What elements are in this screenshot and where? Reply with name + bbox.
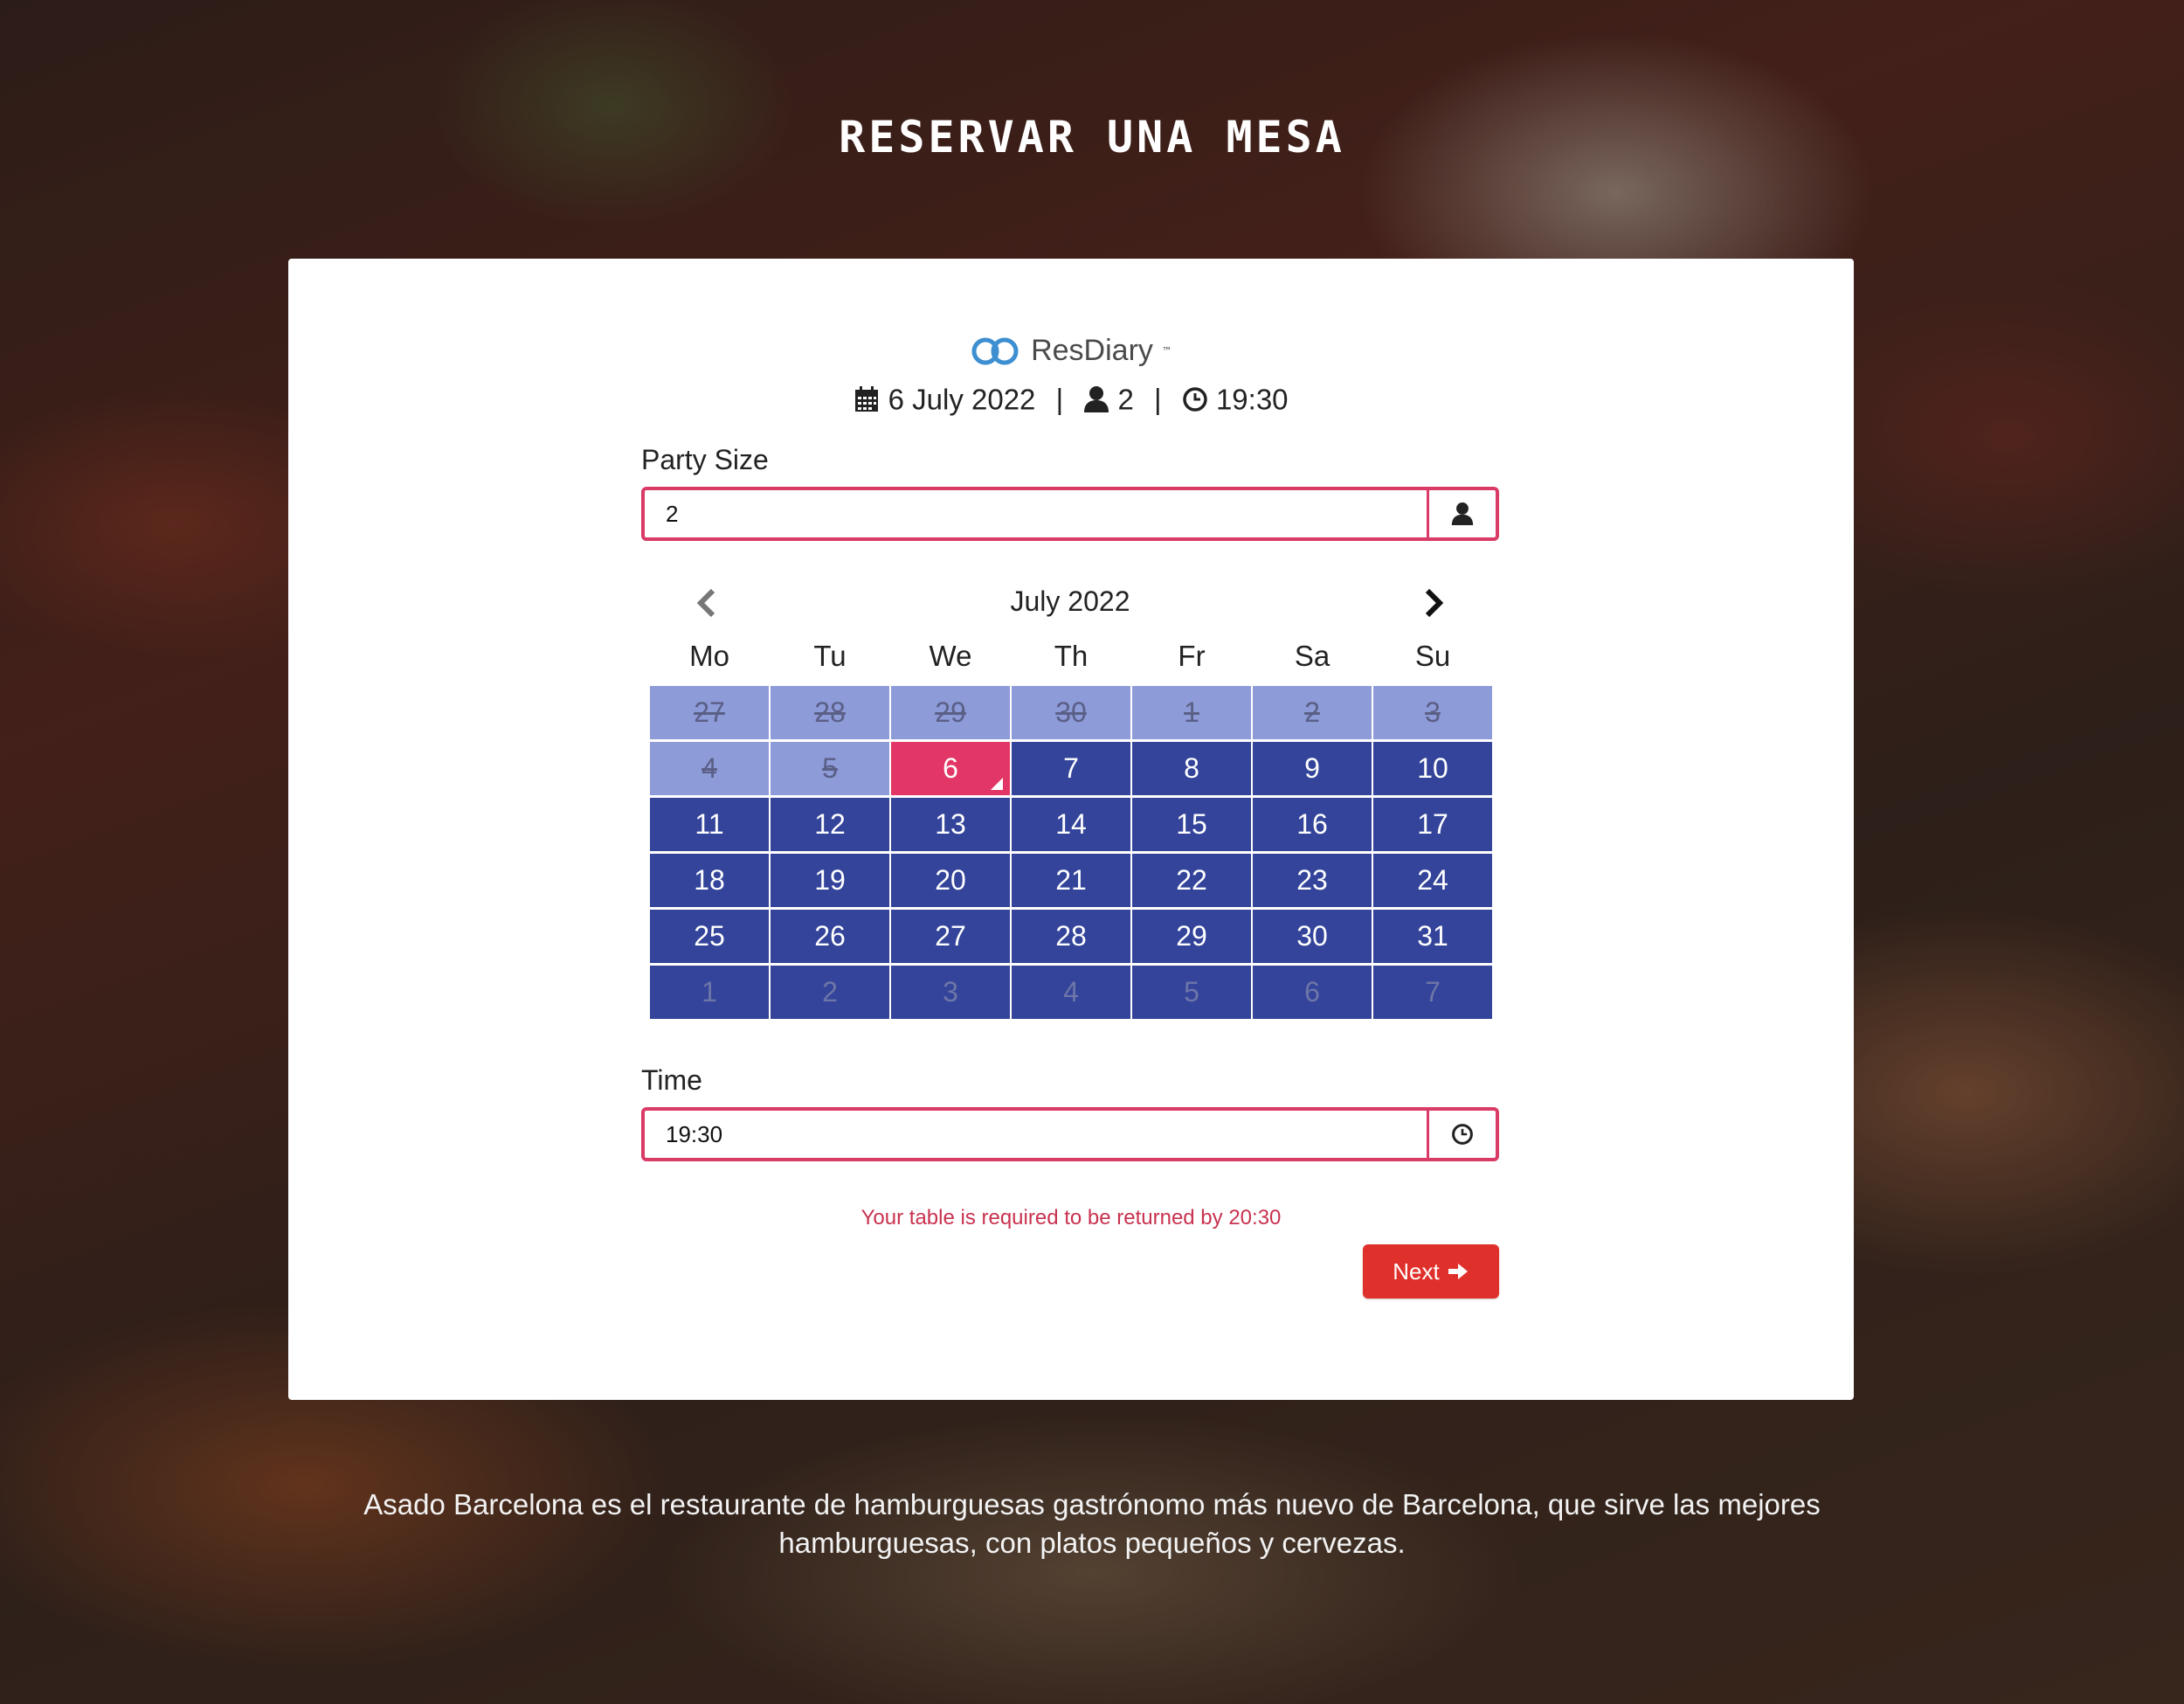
calendar-day[interactable]: 3: [891, 966, 1010, 1019]
calendar-day[interactable]: 5: [1132, 966, 1251, 1019]
calendar-day[interactable]: 9: [1253, 742, 1372, 795]
calendar-day[interactable]: 16: [1253, 798, 1372, 851]
calendar-day[interactable]: 28: [1012, 910, 1130, 963]
calendar-day: 27: [650, 686, 769, 739]
weekday-fr: Fr: [1178, 640, 1206, 672]
next-button-label: Next: [1393, 1257, 1440, 1285]
calendar-day[interactable]: 20: [891, 854, 1010, 907]
calendar-day[interactable]: 7: [1373, 966, 1492, 1019]
calendar-day[interactable]: 26: [771, 910, 889, 963]
page-title: RESERVAR UNA MESA: [839, 112, 1345, 163]
summary-date: 6 July 2022: [888, 383, 1036, 416]
calendar-day: 1: [1132, 686, 1251, 739]
calendar-day[interactable]: 8: [1132, 742, 1251, 795]
party-size-label: Party Size: [641, 444, 769, 475]
party-size-addon[interactable]: [1427, 490, 1496, 537]
calendar-day[interactable]: 15: [1132, 798, 1251, 851]
calendar-day: 29: [891, 686, 1010, 739]
calendar-day[interactable]: 22: [1132, 854, 1251, 907]
calendar-day[interactable]: 1: [650, 966, 769, 1019]
time-input[interactable]: [645, 1111, 1427, 1158]
calendar-day[interactable]: 21: [1012, 854, 1130, 907]
calendar-day[interactable]: 4: [1012, 966, 1130, 1019]
calendar-day[interactable]: 31: [1373, 910, 1492, 963]
weekday-mo: Mo: [689, 640, 729, 672]
calendar-header: July 2022: [641, 582, 1499, 626]
weekday-tu: Tu: [813, 640, 847, 672]
calendar-day[interactable]: 10: [1373, 742, 1492, 795]
reservation-widget: ResDiary ™ 6 July 2022 | 2 | 19:30 Party …: [288, 259, 1854, 1400]
calendar-grid: 27 28 29 30 1 2 3 4 5 6 7 8 9 10 11 12 13 14 15 16 17 18 19 20 2…: [650, 686, 1492, 1019]
return-notice: Your table is required to be returned by…: [860, 1206, 1282, 1230]
weekday-th: Th: [1054, 640, 1089, 672]
restaurant-description: Asado Barcelona es el restaurante de ham…: [363, 1488, 1821, 1559]
calendar-day[interactable]: 18: [650, 854, 769, 907]
calendar-day[interactable]: 25: [650, 910, 769, 963]
arrow-right-icon: [1448, 1264, 1468, 1279]
calendar-day-selected[interactable]: 6: [891, 742, 1010, 795]
weekday-header: Mo Tu We Th Fr Sa Su: [650, 640, 1490, 683]
calendar-day[interactable]: 27: [891, 910, 1010, 963]
calendar-day[interactable]: 2: [771, 966, 889, 1019]
brand-name: ResDiary: [1031, 334, 1153, 367]
booking-summary: 6 July 2022 | 2 | 19:30: [288, 381, 1854, 416]
next-button[interactable]: Next: [1363, 1244, 1499, 1299]
calendar-day[interactable]: 7: [1012, 742, 1130, 795]
weekday-we: We: [929, 640, 972, 672]
calendar-day: 2: [1253, 686, 1372, 739]
weekday-sa: Sa: [1294, 640, 1330, 672]
brand-trademark: ™: [1161, 344, 1172, 357]
next-month-button[interactable]: [1415, 584, 1450, 622]
calendar-day[interactable]: 29: [1132, 910, 1251, 963]
calendar-day[interactable]: 24: [1373, 854, 1492, 907]
summary-separator-2: |: [1154, 383, 1162, 416]
calendar-day: 4: [650, 742, 769, 795]
resdiary-logo-icon: [971, 337, 1019, 364]
time-addon[interactable]: [1427, 1111, 1496, 1158]
clock-icon: [1183, 387, 1207, 412]
calendar-day[interactable]: 14: [1012, 798, 1130, 851]
party-size-input[interactable]: [645, 490, 1427, 537]
calendar-day: 5: [771, 742, 889, 795]
user-icon: [1451, 502, 1474, 525]
calendar-day[interactable]: 23: [1253, 854, 1372, 907]
calendar-day[interactable]: 17: [1373, 798, 1492, 851]
summary-time: 19:30: [1215, 383, 1289, 416]
calendar-day[interactable]: 30: [1253, 910, 1372, 963]
clock-icon: [1452, 1124, 1473, 1145]
calendar-icon: [855, 386, 879, 412]
calendar-day[interactable]: 13: [891, 798, 1010, 851]
calendar-day: 28: [771, 686, 889, 739]
resdiary-logo: ResDiary ™: [288, 334, 1854, 372]
party-size-field: [641, 487, 1499, 541]
chevron-right-icon: [1425, 588, 1444, 618]
calendar-month-label: July 2022: [1010, 585, 1130, 617]
summary-party: 2: [1117, 383, 1134, 416]
calendar-day[interactable]: 11: [650, 798, 769, 851]
calendar-day[interactable]: 6: [1253, 966, 1372, 1019]
calendar-day: 3: [1373, 686, 1492, 739]
calendar-day: 30: [1012, 686, 1130, 739]
time-label: Time: [641, 1064, 702, 1096]
calendar-day[interactable]: 12: [771, 798, 889, 851]
time-field: [641, 1107, 1499, 1161]
user-icon: [1084, 386, 1109, 413]
summary-separator: |: [1055, 383, 1064, 416]
calendar-day[interactable]: 19: [771, 854, 889, 907]
weekday-su: Su: [1414, 640, 1451, 672]
